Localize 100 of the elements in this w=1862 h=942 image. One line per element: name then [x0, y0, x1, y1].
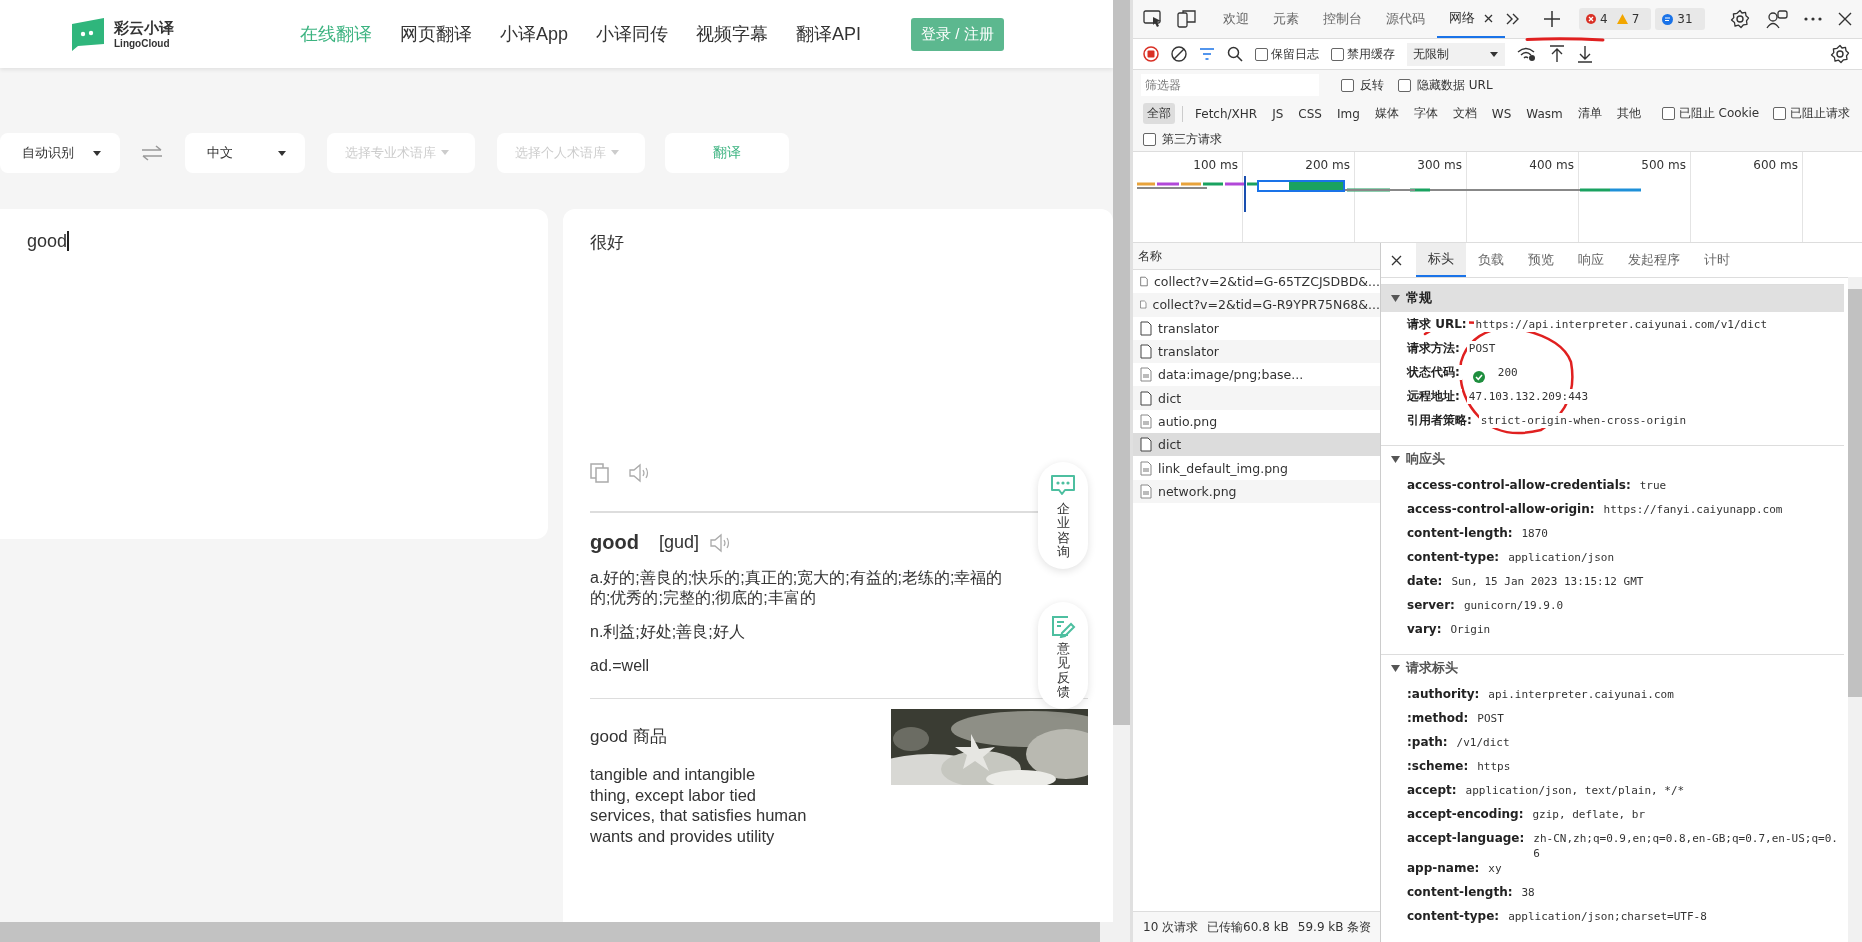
translation-text: 很好 [590, 232, 625, 254]
header-name: accept: [1405, 783, 1459, 798]
header-name: accept-encoding: [1405, 807, 1526, 822]
nav-link[interactable]: 翻译API [796, 22, 862, 46]
header-value: /v1/dict [1454, 735, 1512, 750]
type-filter[interactable]: 媒体 [1370, 103, 1403, 124]
nav-link[interactable]: 小译App [500, 22, 569, 46]
headword: good [590, 531, 639, 554]
header-name: 引用者策略: [1405, 413, 1474, 428]
header-value: strict-origin-when-cross-origin [1478, 413, 1689, 428]
request-row[interactable]: translator [1133, 339, 1380, 364]
request-row[interactable]: dict [1133, 386, 1380, 410]
header-value: application/json, text/plain, */* [1463, 783, 1687, 798]
request-row[interactable]: dict [1133, 433, 1380, 457]
header-value: gzip, deflate, br [1530, 807, 1648, 822]
float-button[interactable]: 意见反馈 [1038, 602, 1088, 710]
tick-label: 100 ms [1193, 158, 1238, 174]
language-dropdown[interactable]: 自动识别 [0, 133, 120, 173]
column-header[interactable]: 名称 [1133, 243, 1380, 270]
float-button[interactable]: 企业咨询 [1038, 462, 1088, 570]
section-header[interactable]: 请求标头 [1381, 654, 1844, 682]
header-value: api.interpreter.caiyunai.com [1486, 687, 1676, 702]
panel-tab[interactable]: 网络 [1437, 0, 1505, 38]
request-row[interactable]: collect?v=2&tid=G-R9YPR75N68&... [1133, 293, 1380, 317]
checkbox-label[interactable]: 第三方请求 [1162, 130, 1222, 148]
type-filter[interactable]: 清单 [1573, 103, 1606, 124]
header-value: https://fanyi.caiyunapp.com [1601, 502, 1785, 517]
throttling-dropdown[interactable]: 无限制 [1407, 42, 1505, 66]
header-name: access-control-allow-origin: [1405, 502, 1597, 517]
language-dropdown[interactable]: 中文 [185, 133, 305, 173]
logo-subtitle: LingoCloud [114, 38, 171, 49]
checkbox-label[interactable]: 隐藏数据 URL [1417, 76, 1493, 94]
header-name: content-length: [1405, 885, 1515, 900]
header-value: https [1475, 759, 1513, 774]
header-name: content-length: [1405, 526, 1515, 541]
nav-link[interactable]: 网页翻译 [400, 22, 472, 46]
tick-label: 200 ms [1305, 158, 1350, 174]
panel-tab[interactable]: 源代码 [1374, 0, 1437, 38]
type-filter[interactable]: JS [1268, 104, 1288, 123]
request-row[interactable]: translator [1133, 316, 1380, 340]
type-filter[interactable]: Fetch/XHR [1191, 104, 1262, 123]
type-filter[interactable]: 文档 [1448, 103, 1481, 124]
tick-label: 300 ms [1417, 158, 1462, 174]
checkbox-label[interactable]: 反转 [1360, 76, 1384, 94]
header-value: gunicorn/19.9.0 [1461, 598, 1566, 613]
checkbox-label[interactable]: 已阻止 Cookie [1678, 105, 1760, 122]
header-name: 远程地址: [1405, 389, 1462, 404]
status-text: 已传输60.8 kB [1207, 918, 1289, 936]
detail-tab[interactable]: 响应 [1566, 243, 1616, 277]
panel-tab[interactable]: 控制台 [1311, 0, 1374, 38]
checkbox-label[interactable]: 保留日志 [1271, 45, 1319, 63]
detail-tab[interactable]: 发起程序 [1616, 243, 1692, 277]
tick-label: 400 ms [1529, 158, 1574, 174]
detail-tab[interactable]: 标头 [1416, 243, 1466, 277]
header-value: Sun, 15 Jan 2023 13:15:12 GMT [1449, 574, 1646, 589]
detail-tab[interactable]: 负载 [1466, 243, 1516, 277]
nav-link[interactable]: 小译同传 [596, 22, 669, 46]
type-filter[interactable]: WS [1487, 104, 1516, 123]
request-row[interactable]: collect?v=2&tid=G-65TZCJSDBD&... [1133, 270, 1380, 294]
header-value: Origin [1448, 622, 1493, 637]
definition-text: n.利益;好处;善良;好人 [590, 622, 745, 642]
checkbox-label[interactable]: 禁用缓存 [1347, 45, 1395, 63]
logo-title: 彩云小译 [114, 19, 174, 38]
request-row[interactable]: data:image/png;base... [1133, 363, 1380, 387]
filter-field[interactable]: 筛选器 [1141, 74, 1319, 96]
panel-tab[interactable]: 欢迎 [1211, 0, 1261, 38]
request-row[interactable]: autio.png [1133, 409, 1380, 434]
issues-badge[interactable]: 4 7 [1579, 8, 1652, 30]
type-filter[interactable]: CSS [1294, 104, 1326, 123]
header-value: 47.103.132.209:443 [1466, 389, 1591, 404]
header-name: 请求 URL: [1405, 317, 1469, 332]
request-row[interactable]: network.png [1133, 479, 1380, 503]
messages-badge[interactable]: 31 [1655, 8, 1705, 30]
header-name: 请求方法: [1405, 341, 1462, 356]
request-row[interactable]: link_default_img.png [1133, 456, 1380, 480]
header-value: application/json [1506, 550, 1617, 565]
source-text-field[interactable]: good [0, 209, 548, 539]
header-name: 状态代码: [1405, 365, 1462, 380]
detail-tab[interactable]: 预览 [1516, 243, 1566, 277]
header-name: :path: [1405, 735, 1450, 750]
entry-description: tangible and intangible thing, except labor tied services, that satisfies human wants and provides utility [590, 764, 807, 846]
phonetic-text: [gud] [658, 532, 699, 553]
section-header[interactable]: 常规 [1381, 284, 1844, 312]
type-filter[interactable]: Wasm [1522, 104, 1567, 123]
status-text: 59.9 kB 条资 [1297, 918, 1372, 936]
checkbox-label[interactable]: 已阻止请求 [1790, 105, 1851, 122]
type-filter[interactable]: 全部 [1143, 103, 1175, 124]
section-header[interactable]: 响应头 [1381, 445, 1844, 473]
definition-text: a.好的;善良的;快乐的;真正的;宽大的;有益的;老练的;幸福的 的;优秀的;完整的;彻底的;丰富的 [590, 568, 1003, 608]
entry-title: good 商品 [590, 726, 668, 748]
type-filter[interactable]: Img [1332, 104, 1364, 123]
status-text: 10 次请求 [1143, 918, 1199, 936]
definition-text: ad.=well [590, 656, 650, 676]
panel-tab[interactable]: 元素 [1261, 0, 1311, 38]
type-filter[interactable]: 其他 [1612, 103, 1645, 124]
nav-link[interactable]: 视频字幕 [696, 22, 769, 46]
detail-tab[interactable]: 计时 [1692, 243, 1742, 277]
tick-label: 500 ms [1641, 158, 1686, 174]
type-filter[interactable]: 字体 [1409, 103, 1442, 124]
header-value: https://api.interpreter.caiyunai.com/v1/dict [1473, 317, 1769, 332]
